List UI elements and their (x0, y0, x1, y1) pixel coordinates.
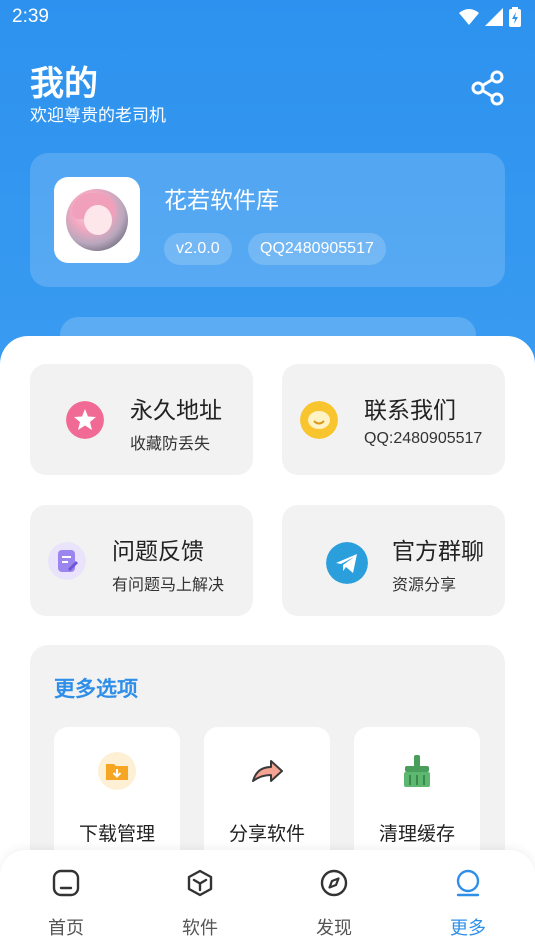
qq-badge: QQ2480905517 (248, 233, 386, 265)
more-icon (456, 869, 480, 897)
tab-discover[interactable]: 发现 (294, 868, 374, 948)
tab-more[interactable]: 更多 (428, 868, 508, 948)
broom-icon (404, 755, 430, 787)
profile-card[interactable]: 花若软件库 v2.0.0 QQ2480905517 (30, 153, 505, 287)
page-title: 我的 (30, 64, 98, 104)
telegram-icon (326, 542, 368, 584)
status-icons (459, 7, 521, 27)
option-label: 下载管理 (78, 823, 155, 845)
tab-label: 发现 (316, 918, 352, 939)
cube-icon (187, 869, 213, 897)
avatar-face (84, 205, 112, 235)
share-icon (471, 70, 504, 106)
status-bar: 2:39 (0, 0, 535, 36)
feedback-card[interactable]: 问题反馈 有问题马上解决 (30, 505, 253, 616)
contact-us-card[interactable]: 联系我们 QQ:2480905517 (282, 364, 505, 475)
compass-icon (320, 869, 348, 897)
permanent-address-card[interactable]: 永久地址 收藏防丢失 (30, 364, 253, 475)
tab-label: 软件 (182, 918, 218, 939)
card-subtitle: QQ:2480905517 (364, 430, 483, 447)
share-arrow-icon (252, 760, 283, 782)
tab-label: 更多 (450, 918, 486, 939)
option-label: 清理缓存 (378, 823, 455, 845)
tab-software[interactable]: 软件 (160, 868, 240, 948)
page-subtitle: 欢迎尊贵的老司机 (30, 106, 166, 126)
avatar (66, 189, 128, 251)
option-label: 分享软件 (228, 823, 305, 845)
bottom-tab-bar: 首页 软件 发现 更多 (0, 850, 535, 951)
download-folder-icon (98, 752, 136, 790)
card-subtitle: 收藏防丢失 (130, 434, 211, 453)
status-time: 2:39 (12, 6, 49, 27)
more-options-heading: 更多选项 (54, 677, 138, 701)
card-subtitle: 资源分享 (392, 575, 457, 594)
feedback-icon (48, 542, 86, 580)
card-title: 永久地址 (130, 398, 222, 424)
avatar-frame (54, 177, 140, 263)
chat-icon (300, 401, 338, 439)
card-title: 问题反馈 (112, 539, 204, 565)
card-subtitle: 有问题马上解决 (112, 575, 225, 594)
card-title: 官方群聊 (392, 539, 484, 565)
signal-icon (485, 8, 503, 26)
star-icon (66, 401, 104, 439)
tab-label: 首页 (48, 918, 84, 939)
official-group-card[interactable]: 官方群聊 资源分享 (282, 505, 505, 616)
share-button[interactable] (470, 70, 506, 106)
card-title: 联系我们 (364, 398, 456, 424)
wifi-icon (459, 9, 479, 25)
app-name: 花若软件库 (164, 188, 279, 214)
battery-icon (509, 7, 521, 27)
tab-home[interactable]: 首页 (26, 868, 106, 948)
version-badge: v2.0.0 (164, 233, 232, 265)
home-icon (52, 869, 80, 897)
